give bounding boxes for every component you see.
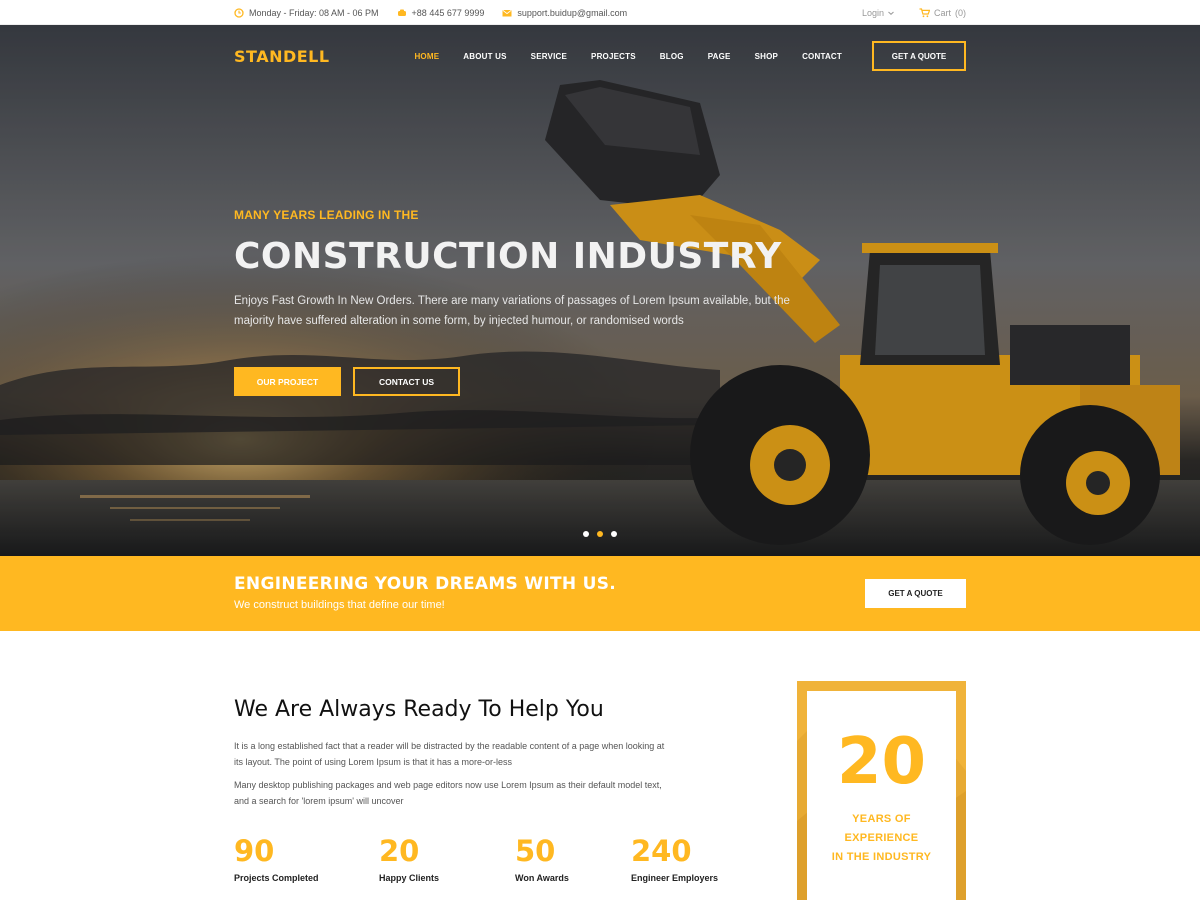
login-label[interactable]: Login xyxy=(862,8,884,18)
stat-label: Won Awards xyxy=(515,873,569,883)
nav-item-home[interactable]: HOME xyxy=(414,52,439,61)
clock-icon xyxy=(234,7,244,18)
cart-icon xyxy=(919,7,930,17)
phone-contact[interactable]: +88 445 677 9999 xyxy=(397,8,485,18)
cta-subtitle: We construct buildings that define our t… xyxy=(234,599,445,611)
stat-number: 20 xyxy=(379,834,420,868)
about-paragraph-1: It is a long established fact that a rea… xyxy=(234,741,665,767)
nav-item-contact[interactable]: CONTACT xyxy=(802,52,842,61)
nav-item-about-us[interactable]: ABOUT US xyxy=(463,52,506,61)
slider-dot-1[interactable] xyxy=(583,531,589,537)
about-title: We Are Always Ready To Help You xyxy=(234,697,604,722)
phone-icon xyxy=(397,9,406,16)
about-paragraph-2: Many desktop publishing packages and web… xyxy=(234,780,662,806)
stat-number: 240 xyxy=(631,834,692,868)
cta-band: ENGINEERING YOUR DREAMS WITH US. We cons… xyxy=(0,556,1200,631)
cta-get-a-quote-button[interactable]: GET A QUOTE xyxy=(865,579,966,608)
stat-label: Engineer Employers xyxy=(631,873,719,883)
experience-label: YEARS OF EXPERIENCE IN THE INDUSTRY xyxy=(807,810,956,867)
site-logo[interactable]: STANDELL xyxy=(234,47,330,66)
top-bar: Monday - Friday: 08 AM - 06 PM +88 445 6… xyxy=(0,0,1200,25)
business-hours: Monday - Friday: 08 AM - 06 PM xyxy=(234,8,379,18)
login-dropdown[interactable]: Login xyxy=(862,8,895,18)
stat-happy-clients: 20 Happy Clients xyxy=(379,833,439,883)
stat-engineer-employers: 240 Engineer Employers xyxy=(631,833,718,883)
experience-years-number: 20 xyxy=(836,725,927,799)
hero-kicker: MANY YEARS LEADING IN THE xyxy=(234,208,419,222)
experience-badge-card: 20 YEARS OF EXPERIENCE IN THE INDUSTRY xyxy=(807,691,956,900)
nav-item-projects[interactable]: PROJECTS xyxy=(591,52,636,61)
stat-label: Happy Clients xyxy=(379,873,440,883)
our-project-button[interactable]: OUR PROJECT xyxy=(234,367,341,396)
phone-number[interactable]: +88 445 677 9999 xyxy=(412,8,485,18)
email-address[interactable]: support.buidup@gmail.com xyxy=(517,8,627,18)
slider-dots xyxy=(583,531,625,537)
experience-label-line-3: IN THE INDUSTRY xyxy=(831,851,932,863)
business-hours-text: Monday - Friday: 08 AM - 06 PM xyxy=(249,7,379,18)
stat-won-awards: 50 Won Awards xyxy=(515,833,569,883)
cart-link[interactable]: Cart (0) xyxy=(919,8,966,18)
stat-number: 50 xyxy=(515,834,556,868)
envelope-icon xyxy=(502,9,512,16)
nav-item-service[interactable]: SERVICE xyxy=(531,52,567,61)
hero-title: CONSTRUCTION INDUSTRY xyxy=(234,236,782,277)
nav-item-blog[interactable]: BLOG xyxy=(660,52,684,61)
experience-label-line-1: YEARS OF xyxy=(852,813,911,825)
hero-description: Enjoys Fast Growth In New Orders. There … xyxy=(234,295,790,327)
cart-label[interactable]: Cart xyxy=(934,8,951,18)
hero-content: MANY YEARS LEADING IN THE CONSTRUCTION I… xyxy=(234,208,834,396)
chevron-down-icon xyxy=(888,11,894,15)
stat-projects-completed: 90 Projects Completed xyxy=(234,833,319,883)
stats-row: 90 Projects Completed 20 Happy Clients 5… xyxy=(234,833,734,893)
stat-number: 90 xyxy=(234,834,275,868)
hero-slider: STANDELL HOME ABOUT US SERVICE PROJECTS … xyxy=(0,25,1200,556)
get-a-quote-button[interactable]: GET A QUOTE xyxy=(872,41,966,71)
cta-title: ENGINEERING YOUR DREAMS WITH US. xyxy=(234,574,617,594)
cart-count: (0) xyxy=(955,7,966,18)
experience-badge: 20 YEARS OF EXPERIENCE IN THE INDUSTRY xyxy=(797,681,966,900)
contact-us-button[interactable]: CONTACT US xyxy=(353,367,460,396)
nav-item-page[interactable]: PAGE xyxy=(708,52,731,61)
nav-item-shop[interactable]: SHOP xyxy=(755,52,778,61)
stat-label: Projects Completed xyxy=(234,873,319,883)
email-contact[interactable]: support.buidup@gmail.com xyxy=(502,8,627,18)
slider-dot-2[interactable] xyxy=(597,531,603,537)
nav-menu: HOME ABOUT US SERVICE PROJECTS BLOG PAGE… xyxy=(390,41,966,71)
main-navigation: STANDELL HOME ABOUT US SERVICE PROJECTS … xyxy=(234,41,966,71)
slider-dot-3[interactable] xyxy=(611,531,617,537)
experience-label-line-2: EXPERIENCE xyxy=(844,832,919,844)
